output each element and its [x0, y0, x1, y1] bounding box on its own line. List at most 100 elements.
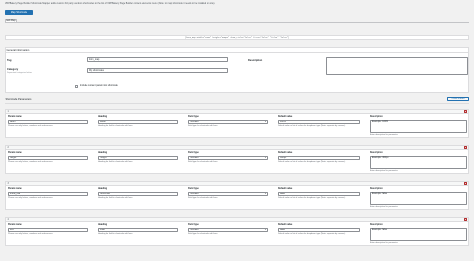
field-type-select[interactable]: Textfield ▾	[188, 227, 268, 232]
category-label: Category	[7, 68, 19, 71]
field-type-value: Textfield	[190, 120, 199, 123]
field-type-select[interactable]: Textfield ▾	[188, 119, 268, 124]
chevron-down-icon: ▾	[264, 120, 266, 123]
column-label-param-name: Param name	[8, 188, 22, 190]
hint-description: Enter description for parameter.	[370, 169, 399, 172]
category-hint: Separated categories below	[7, 72, 32, 75]
description-label: Description	[248, 58, 263, 62]
intro-notice: VRPBakery Page Builder Shortcode Mapper …	[5, 3, 216, 5]
field-type-select[interactable]: Textfield ▾	[188, 191, 268, 196]
default-value-input[interactable]: false	[278, 191, 360, 196]
column-label-heading: Heading	[98, 152, 108, 154]
param-row-header	[6, 110, 468, 114]
description-textarea[interactable]	[326, 56, 468, 75]
hint-heading: Heading for field in shortcode edit form…	[98, 233, 133, 236]
param-name-input[interactable]: height	[8, 155, 88, 160]
hint-default-value: Default value or list of values for drop…	[278, 125, 346, 128]
default-value-input[interactable]: 100%	[278, 119, 360, 124]
hint-default-value: Default value or list of values for drop…	[278, 161, 346, 164]
hint-default-value: Default value or list of values for drop…	[278, 197, 346, 200]
hint-heading: Heading for field in shortcode edit form…	[98, 197, 133, 200]
hint-field-type: Field type for shortcode edit form.	[188, 197, 218, 200]
param-row-number: 4	[7, 218, 9, 221]
params-title: Shortcode Parameters	[5, 97, 32, 101]
add-param-button[interactable]: + Add Param	[447, 96, 469, 101]
tag-label: Tag	[7, 58, 12, 62]
heading-input[interactable]: Filter	[98, 227, 178, 232]
param-row-header	[6, 146, 468, 150]
hint-field-type: Field type for shortcode edit form.	[188, 161, 218, 164]
hint-param-name: Please use only letters, numbers and und…	[8, 197, 54, 200]
description-textarea[interactable]: Example: false	[370, 227, 467, 241]
include-content-label: Include content param into shortcode	[80, 84, 118, 87]
description-textarea[interactable]: Example: 100%	[370, 119, 467, 133]
column-label-field-type: Field type	[188, 116, 199, 118]
param-row-number: 3	[7, 182, 9, 185]
hint-field-type: Field type for shortcode edit form.	[188, 125, 218, 128]
heading-input[interactable]: Height	[98, 155, 178, 160]
param-row-number: 1	[7, 110, 9, 113]
param-name-input[interactable]: width	[8, 119, 88, 124]
column-label-field-type: Field type	[188, 152, 199, 154]
column-label-description: Description	[370, 116, 383, 118]
column-label-description: Description	[370, 152, 383, 154]
tab-edit-map[interactable]: Edit Map	[5, 18, 17, 23]
default-value-value: false	[280, 228, 285, 231]
column-label-description: Description	[370, 188, 383, 190]
chevron-down-icon: ▾	[264, 156, 266, 159]
param-row: 4 × Param name fitrs Please use only letters…	[5, 217, 469, 246]
column-label-heading: Heading	[98, 116, 108, 118]
hint-param-name: Please use only letters, numbers and und…	[8, 125, 54, 128]
heading-value: Filter	[100, 228, 106, 231]
close-icon[interactable]: ×	[463, 182, 467, 186]
field-type-value: Textfield	[190, 228, 199, 231]
hint-param-name: Please use only letters, numbers and und…	[8, 233, 54, 236]
close-icon[interactable]: ×	[463, 110, 467, 114]
description-textarea[interactable]: Example: false	[370, 191, 467, 205]
chevron-down-icon: ▾	[264, 228, 266, 231]
hint-description: Enter description for parameter.	[370, 205, 399, 208]
column-label-heading: Heading	[98, 188, 108, 190]
field-type-value: Textfield	[190, 192, 199, 195]
default-value-value: false	[280, 192, 285, 195]
param-row-number: 2	[7, 146, 9, 149]
default-value-value: 100%	[280, 120, 286, 123]
column-label-default-value: Default value	[278, 116, 293, 118]
param-name-value: width	[10, 120, 16, 123]
column-label-default-value: Default value	[278, 224, 293, 226]
category-input[interactable]: My shortcodes	[87, 67, 228, 73]
default-value-input[interactable]: false	[278, 227, 360, 232]
heading-input[interactable]: Show title	[98, 191, 178, 196]
hint-heading: Heading for field in shortcode edit form…	[98, 161, 133, 164]
param-row: 3 × Param name show_title Please use only le…	[5, 181, 469, 210]
param-name-value: fitrs	[10, 228, 14, 231]
hint-description: Enter description for parameter.	[370, 133, 399, 136]
column-label-param-name: Param name	[8, 224, 22, 226]
column-label-param-name: Param name	[8, 152, 22, 154]
column-label-field-type: Field type	[188, 188, 199, 190]
checkbox-icon[interactable]	[75, 84, 78, 88]
heading-input[interactable]: Width	[98, 119, 178, 124]
param-name-input[interactable]: fitrs	[8, 227, 88, 232]
shortcode-preview: [form_map width="100%" height="300px" sh…	[5, 35, 469, 40]
column-label-param-name: Param name	[8, 116, 22, 118]
heading-value: Width	[100, 120, 106, 123]
hint-field-type: Field type for shortcode edit form.	[188, 233, 218, 236]
column-label-heading: Heading	[98, 224, 108, 226]
hint-description: Enter description for parameter.	[370, 241, 399, 244]
default-value-input[interactable]: 300px	[278, 155, 360, 160]
param-row: 1 × Param name width Please use only letters…	[5, 109, 469, 138]
field-type-select[interactable]: Textfield ▾	[188, 155, 268, 160]
heading-value: Show title	[100, 192, 110, 195]
tag-input[interactable]: form_map	[87, 56, 228, 62]
description-textarea[interactable]: Example: 300px	[370, 155, 467, 169]
column-label-default-value: Default value	[278, 152, 293, 154]
close-icon[interactable]: ×	[463, 146, 467, 150]
hint-default-value: Default value or list of values for drop…	[278, 233, 346, 236]
param-name-input[interactable]: show_title	[8, 191, 88, 196]
param-row-header	[6, 218, 468, 222]
close-icon[interactable]: ×	[463, 218, 467, 222]
param-name-value: show_title	[10, 192, 21, 195]
map-shortcode-button[interactable]: Map Shortcode	[5, 10, 33, 15]
default-value-value: 300px	[280, 156, 287, 159]
